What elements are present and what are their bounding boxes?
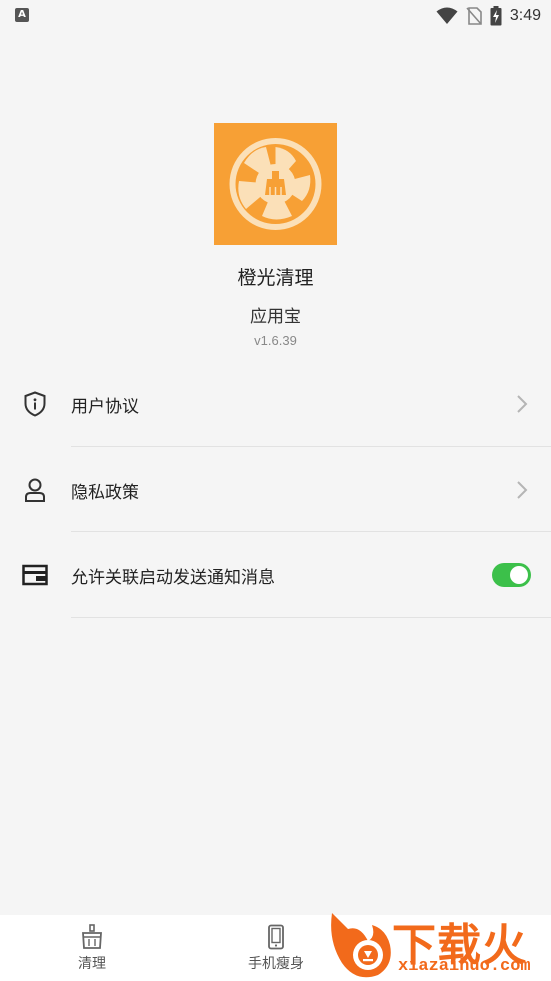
app-name: 橙光清理 bbox=[237, 267, 314, 289]
watermark: 下载火 xiazaihuo.com bbox=[326, 907, 551, 981]
notification-setting-label: 允许关联启动发送通知消息 bbox=[71, 568, 275, 588]
app-logo bbox=[214, 123, 337, 245]
flame-logo-icon bbox=[331, 913, 391, 978]
no-sim-icon bbox=[466, 7, 482, 25]
nav-label-clean: 清理 bbox=[78, 956, 106, 972]
user-agreement-label: 用户协议 bbox=[71, 397, 139, 417]
chevron-right-icon bbox=[517, 481, 528, 499]
notification-setting-row: 允许关联启动发送通知消息 bbox=[0, 532, 551, 618]
person-icon bbox=[21, 476, 49, 504]
phone-icon bbox=[268, 924, 284, 950]
chevron-right-icon bbox=[517, 395, 528, 413]
wallet-icon bbox=[21, 561, 49, 589]
watermark-url: xiazaihuo.com bbox=[398, 957, 531, 976]
battery-charging-icon bbox=[490, 6, 502, 26]
toggle-knob bbox=[510, 566, 528, 584]
status-bar: A 3:49 bbox=[0, 0, 551, 32]
status-bar-right: 3:49 bbox=[436, 5, 541, 27]
status-indicator-icon: A bbox=[15, 8, 29, 22]
app-version: v1.6.39 bbox=[254, 333, 297, 348]
status-time: 3:49 bbox=[509, 7, 541, 24]
app-source: 应用宝 bbox=[250, 307, 301, 327]
notification-toggle[interactable] bbox=[492, 563, 531, 587]
shield-info-icon bbox=[21, 390, 49, 418]
nav-item-clean[interactable]: 清理 bbox=[42, 915, 142, 981]
wifi-icon bbox=[436, 7, 458, 24]
privacy-policy-row[interactable]: 隐私政策 bbox=[0, 447, 551, 533]
privacy-policy-label: 隐私政策 bbox=[71, 483, 139, 503]
basket-icon bbox=[82, 924, 102, 949]
nav-item-phone-slim[interactable]: 手机瘦身 bbox=[226, 915, 326, 981]
divider bbox=[71, 617, 551, 618]
nav-label-phone-slim: 手机瘦身 bbox=[248, 956, 304, 972]
user-agreement-row[interactable]: 用户协议 bbox=[0, 361, 551, 447]
